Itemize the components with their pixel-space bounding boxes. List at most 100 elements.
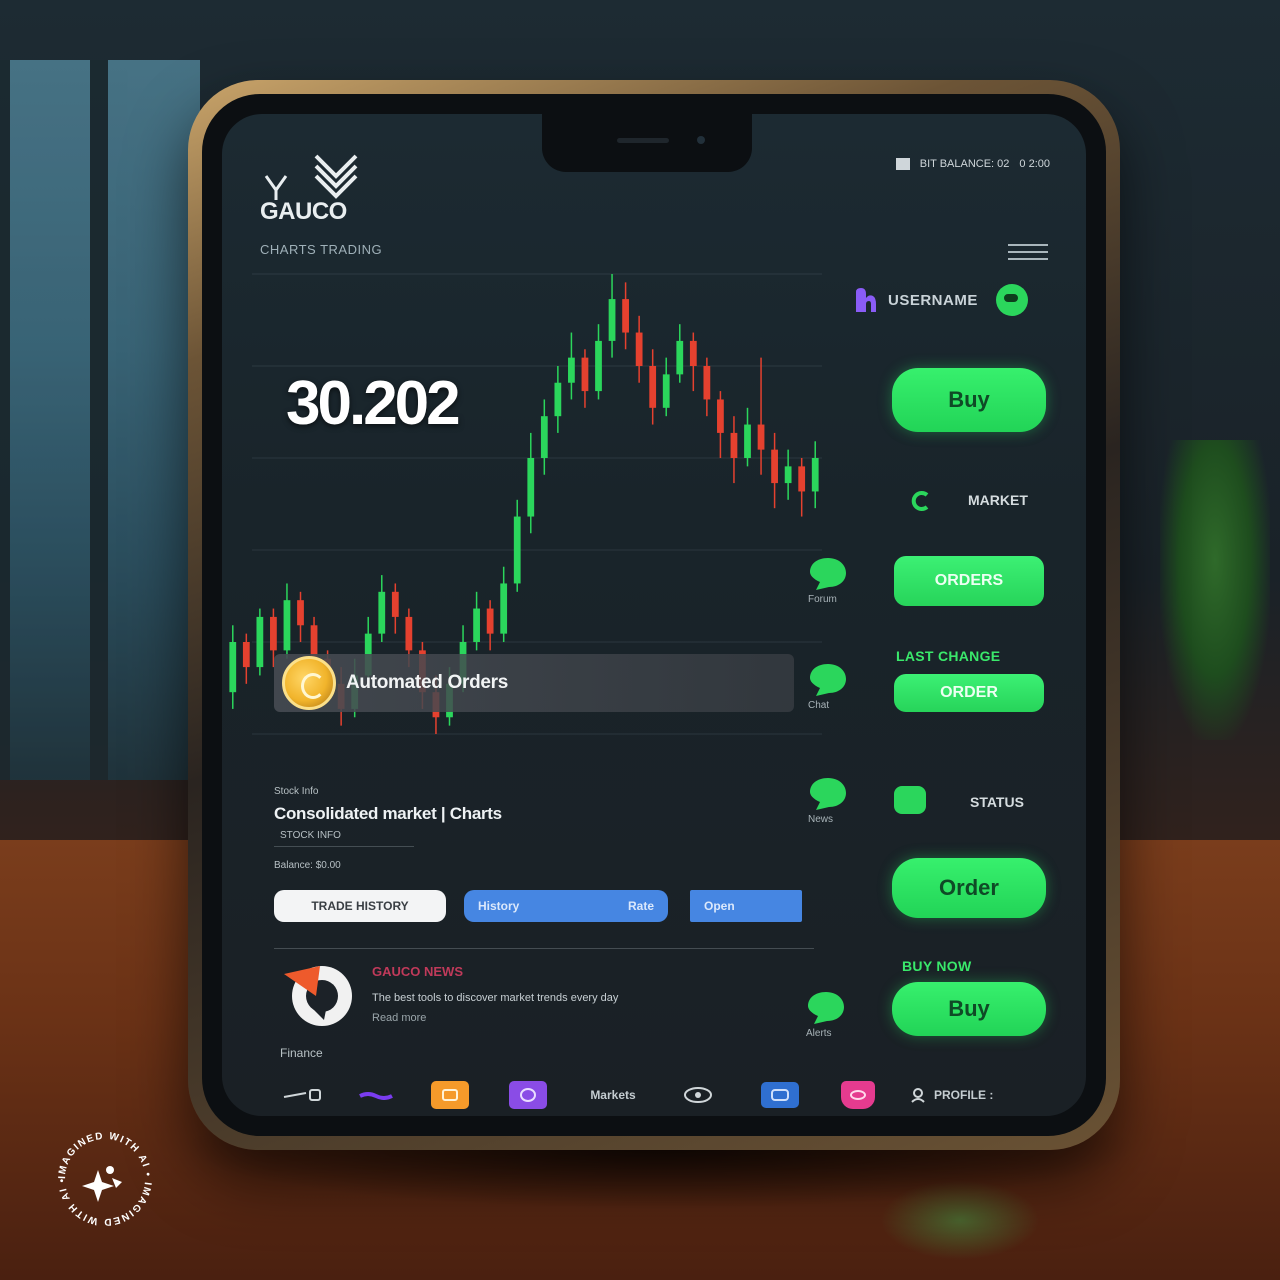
profile-nav-label[interactable]: PROFILE : xyxy=(934,1080,1014,1110)
logo-text: GAUCO xyxy=(260,198,347,225)
candle-body-down xyxy=(270,616,277,651)
candle-body-up xyxy=(784,466,792,484)
wave-icon[interactable] xyxy=(356,1080,396,1110)
trade-history-button[interactable]: TRADE HISTORY xyxy=(274,890,446,922)
candle xyxy=(608,274,616,358)
device-bezel: BIT BALANCE: 02 0 2:00 GAUCO CHARTS TRAD… xyxy=(202,94,1106,1136)
candle-body-up xyxy=(378,591,386,634)
order-big-button[interactable]: Order xyxy=(892,858,1046,918)
candle xyxy=(744,407,751,467)
candle xyxy=(242,633,250,684)
candle-body-down xyxy=(798,466,806,492)
ai-watermark-badge: IMAGINED WITH AI • IMAGINED WITH AI • xyxy=(57,1131,153,1227)
rate-label: Rate xyxy=(627,899,654,913)
candle xyxy=(798,458,806,517)
history-rate-button[interactable]: History Rate xyxy=(464,890,668,922)
candle-body-up xyxy=(595,340,602,392)
candle xyxy=(229,625,237,709)
candle xyxy=(256,608,264,676)
banner-text: Automated Orders xyxy=(346,672,509,693)
wallet-icon[interactable] xyxy=(430,1080,470,1110)
candle-body-down xyxy=(581,357,589,392)
candle-body-up xyxy=(608,299,616,341)
info-title: Consolidated market | Charts xyxy=(274,804,502,823)
history-label: History xyxy=(478,899,520,913)
info-small-label: Stock Info xyxy=(274,786,319,797)
candle-body-down xyxy=(242,642,250,668)
candle-body-up xyxy=(500,583,508,634)
watermark-text: IMAGINED WITH AI • IMAGINED WITH AI • xyxy=(57,1131,152,1227)
candle-body-up xyxy=(662,374,670,408)
svg-text:IMAGINED WITH AI • IMAGINED WI: IMAGINED WITH AI • IMAGINED WITH AI • xyxy=(57,1131,153,1227)
candle xyxy=(771,432,778,509)
status-bar: BIT BALANCE: 02 0 2:00 xyxy=(895,158,1050,170)
forum-bubble-icon[interactable] xyxy=(808,554,848,592)
status-icon xyxy=(894,786,926,814)
candle-body-down xyxy=(297,600,304,626)
orders-button[interactable]: ORDERS xyxy=(894,556,1044,606)
portfolio-icon[interactable] xyxy=(508,1080,548,1110)
order-button[interactable]: ORDER xyxy=(894,674,1044,712)
news-heading: GAUCO NEWS xyxy=(372,964,463,979)
candle-body-up xyxy=(744,424,751,458)
status-clock: 0 2:00 xyxy=(1019,158,1050,170)
app-logo[interactable]: GAUCO xyxy=(260,134,390,244)
info-subtitle: STOCK INFO xyxy=(280,830,341,841)
link-icon[interactable] xyxy=(280,1080,324,1110)
tablet-device: BIT BALANCE: 02 0 2:00 GAUCO CHARTS TRAD… xyxy=(188,80,1120,1150)
candle-body-down xyxy=(730,432,738,458)
news-read-more-link[interactable]: Read more xyxy=(372,1012,426,1024)
candle xyxy=(500,566,508,642)
candle-body-up xyxy=(473,608,480,642)
candle-body-up xyxy=(540,416,548,458)
candle-body-down xyxy=(703,366,711,400)
candle-body-down xyxy=(635,332,643,366)
candle xyxy=(676,324,684,383)
hamburger-menu-icon[interactable] xyxy=(1008,244,1048,262)
candle-body-down xyxy=(689,340,697,366)
candle xyxy=(486,600,494,651)
automated-orders-banner[interactable]: Automated Orders xyxy=(274,654,794,712)
app-screen: BIT BALANCE: 02 0 2:00 GAUCO CHARTS TRAD… xyxy=(222,114,1086,1116)
eye-icon[interactable] xyxy=(680,1080,720,1110)
window-mullion xyxy=(0,60,10,780)
market-label: MARKET xyxy=(968,492,1028,508)
logo-mark-icon xyxy=(264,154,358,200)
username-label: USERNAME xyxy=(888,291,978,309)
candle-body-up xyxy=(256,616,264,668)
user-row[interactable]: USERNAME xyxy=(852,284,1028,316)
desk-reflection xyxy=(880,1180,1040,1260)
online-status-icon xyxy=(995,284,1028,316)
settings-icon[interactable] xyxy=(760,1080,800,1110)
candle-body-down xyxy=(757,424,765,450)
markets-nav-label[interactable]: Markets xyxy=(576,1080,650,1110)
chat-bubble-icon[interactable] xyxy=(808,660,848,698)
candle xyxy=(689,332,697,392)
news-caption: News xyxy=(808,814,834,825)
candle xyxy=(391,583,399,634)
candle xyxy=(568,332,575,400)
candle-body-up xyxy=(229,642,237,693)
status-text: BIT BALANCE: 02 xyxy=(919,158,1010,170)
alerts-bubble-icon[interactable] xyxy=(806,988,846,1026)
buy-button[interactable]: Buy xyxy=(892,368,1046,432)
candle xyxy=(378,575,386,642)
section-divider xyxy=(274,948,814,949)
open-button[interactable]: Open xyxy=(690,890,802,922)
current-price: 30.202 xyxy=(286,369,461,438)
app-tagline: CHARTS TRADING xyxy=(260,242,383,257)
profile-icon xyxy=(908,1080,928,1110)
buy-now-caption: BUY NOW xyxy=(902,958,972,974)
notifications-icon[interactable] xyxy=(838,1080,878,1110)
buy-now-button[interactable]: Buy xyxy=(892,982,1046,1036)
sparkle-small-icon xyxy=(112,1178,122,1188)
candle xyxy=(635,315,643,383)
user-avatar-icon xyxy=(856,288,876,312)
news-bubble-icon[interactable] xyxy=(808,774,848,812)
sparkle-icon xyxy=(82,1170,114,1202)
candle xyxy=(757,357,765,475)
candle xyxy=(622,282,629,350)
candle-body-up xyxy=(283,600,291,651)
camera-notch xyxy=(542,114,752,172)
candle xyxy=(473,591,480,651)
